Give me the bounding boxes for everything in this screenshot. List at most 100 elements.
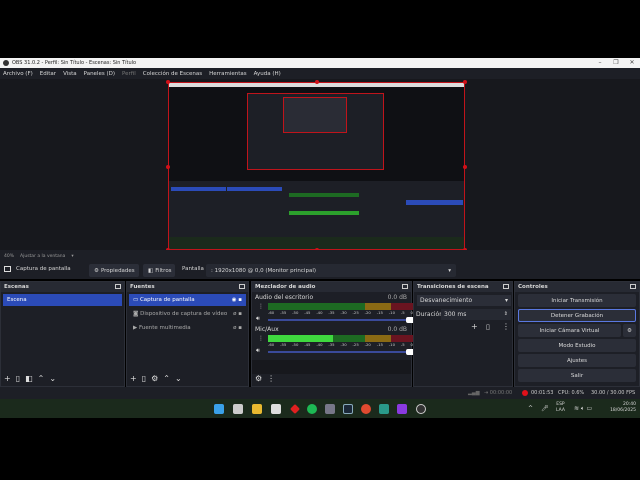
gear-icon[interactable]: ⚙ [255,374,262,383]
source-item[interactable]: ▶ Fuente multimedia ø ▪ [129,322,246,334]
obs-taskbar-icon[interactable] [416,404,426,414]
chevron-down-icon[interactable]: ▾ [71,254,73,259]
meter-scale: -60 -55 -50 -45 -40 -35 -30 -25 -20 -15 -10 -5 0 [268,342,413,347]
volume-meter [268,303,413,310]
trash-icon[interactable]: ▯ [16,374,20,383]
resize-handle[interactable] [463,165,467,169]
menu-herramientas[interactable]: Herramientas [209,71,246,77]
meter-scale: -60 -55 -50 -45 -40 -35 -30 -25 -20 -15 -10 -5 0 [268,310,413,315]
controls-dock: Controles Iniciar Transmisión Detener Gr… [514,281,640,387]
down-icon[interactable]: ⌄ [49,374,56,383]
display-select[interactable]: : 1920x1080 @ 0,0 (Monitor principal) ▾ [206,264,456,277]
language-indicator[interactable]: ESP LAA [556,402,565,414]
menu-ayuda[interactable]: Ayuda (H) [254,71,281,77]
spotify-icon[interactable] [307,404,317,414]
spinner-icon[interactable]: ⇕ [504,311,508,317]
resize-handle[interactable] [166,80,170,84]
file-explorer-icon[interactable] [252,404,262,414]
filter-icon[interactable]: ◧ [25,374,33,383]
kebab-icon[interactable]: ⋮ [258,335,264,342]
filters-button[interactable]: ◧ Filtros [143,264,175,277]
menu-vista[interactable]: Vista [63,71,77,77]
undock-icon[interactable] [402,284,408,289]
gear-icon[interactable]: ⚙ [151,374,158,383]
start-streaming-button[interactable]: Iniciar Transmisión [518,294,636,307]
menu-perfil[interactable]: Perfil [122,71,136,77]
zoom-bar: 40% Ajustar a la ventana ▾ [0,250,640,262]
trash-icon[interactable]: ▯ [142,374,146,383]
start-virtual-camera-button[interactable]: Iniciar Cámara Virtual [518,324,621,337]
source-item[interactable]: ◙ Dispositivo de captura de vídeo ø ▪ [129,308,246,320]
filters-label: Filtros [155,267,172,274]
resize-handle[interactable] [166,165,170,169]
undock-icon[interactable] [239,284,245,289]
close-button[interactable]: ✕ [624,58,640,68]
eye-hidden-icon[interactable]: ø ▪ [233,311,242,317]
kebab-icon[interactable]: ⋮ [267,374,275,383]
maximize-button[interactable]: ❐ [608,58,624,68]
menu-editar[interactable]: Editar [40,71,56,77]
task-view-icon[interactable] [233,404,243,414]
add-icon[interactable]: + [4,374,11,383]
trash-icon[interactable]: ▯ [486,323,490,331]
down-icon[interactable]: ⌄ [175,374,182,383]
resize-handle[interactable] [463,80,467,84]
chrome-icon[interactable] [361,404,371,414]
stream-time: ⇥ 00:00:00 [484,390,513,396]
undock-icon[interactable] [630,284,636,289]
network-volume-battery-icon[interactable]: ≋ 🔈︎ ▭ [574,405,592,413]
scenes-title: Escenas [4,284,29,290]
resize-handle[interactable] [315,80,319,84]
kebab-icon[interactable]: ⋮ [258,303,264,310]
kebab-icon[interactable]: ⋮ [502,322,510,331]
windows-start-icon[interactable] [214,404,224,414]
source-item[interactable]: ▭ Captura de pantalla ◉ ▪ [129,294,246,306]
scenes-toolbar: + ▯ ◧ ⌃ ⌄ [4,374,56,383]
source-label: Fuente multimedia [138,325,191,331]
preview-canvas[interactable] [166,80,467,252]
add-icon[interactable]: + [471,322,478,331]
scene-item[interactable]: Escena [3,294,122,306]
app-icon[interactable] [290,404,300,414]
duration-input[interactable]: 300 ms ⇕ [441,309,511,320]
studio-mode-button[interactable]: Modo Estudio [518,339,636,352]
clock[interactable]: 20:40 18/06/2025 [608,402,636,414]
volume-slider[interactable] [268,317,415,323]
speaker-icon[interactable]: 🔊︎ [256,347,260,355]
eye-hidden-icon[interactable]: ø ▪ [233,325,242,331]
undock-icon[interactable] [115,284,121,289]
transition-select[interactable]: Desvanecimiento ▾ [417,295,511,306]
menu-archivo[interactable]: Archivo (F) [3,71,33,77]
menu-coleccion-escenas[interactable]: Colección de Escenas [143,71,202,77]
camera-icon: ◙ [133,311,141,317]
channel-name: Mic/Aux [255,326,279,333]
menu-paneles[interactable]: Paneles (D) [84,71,115,77]
exit-button[interactable]: Salir [518,369,636,382]
eye-icon lock-icon[interactable]: ◉ ▪ [232,297,242,303]
undock-icon[interactable] [503,284,509,289]
up-icon[interactable]: ⌃ [163,374,170,383]
zoom-fit-select[interactable]: Ajustar a la ventana [20,254,65,259]
photos-icon[interactable] [379,404,389,414]
steam-icon[interactable] [343,404,353,414]
channel-level: 0.0 dB [387,294,407,301]
gear-icon[interactable]: ⚙ [623,324,636,337]
speaker-icon[interactable]: 🔊︎ [256,315,260,323]
mic-icon[interactable]: 🎤︎ [541,405,549,412]
add-icon[interactable]: + [130,374,137,383]
folder-icon[interactable] [397,404,407,414]
source-label: Dispositivo de captura de vídeo [140,311,228,317]
volume-slider[interactable] [268,349,415,355]
meter-tick: -20 [364,310,371,315]
sources-toolbar: + ▯ ⚙ ⌃ ⌄ [130,374,182,383]
stop-recording-button[interactable]: Detener Grabación [518,309,636,322]
transition-value: Desvanecimiento [420,297,473,304]
store-icon[interactable] [271,404,281,414]
tray-chevron-icon[interactable]: ^ [528,405,533,412]
properties-label: Propiedades [100,267,135,274]
minimize-button[interactable]: – [592,58,608,68]
properties-button[interactable]: ⚙ Propiedades [89,264,139,277]
up-icon[interactable]: ⌃ [38,374,45,383]
settings-button[interactable]: Ajustes [518,354,636,367]
calculator-icon[interactable] [325,404,335,414]
